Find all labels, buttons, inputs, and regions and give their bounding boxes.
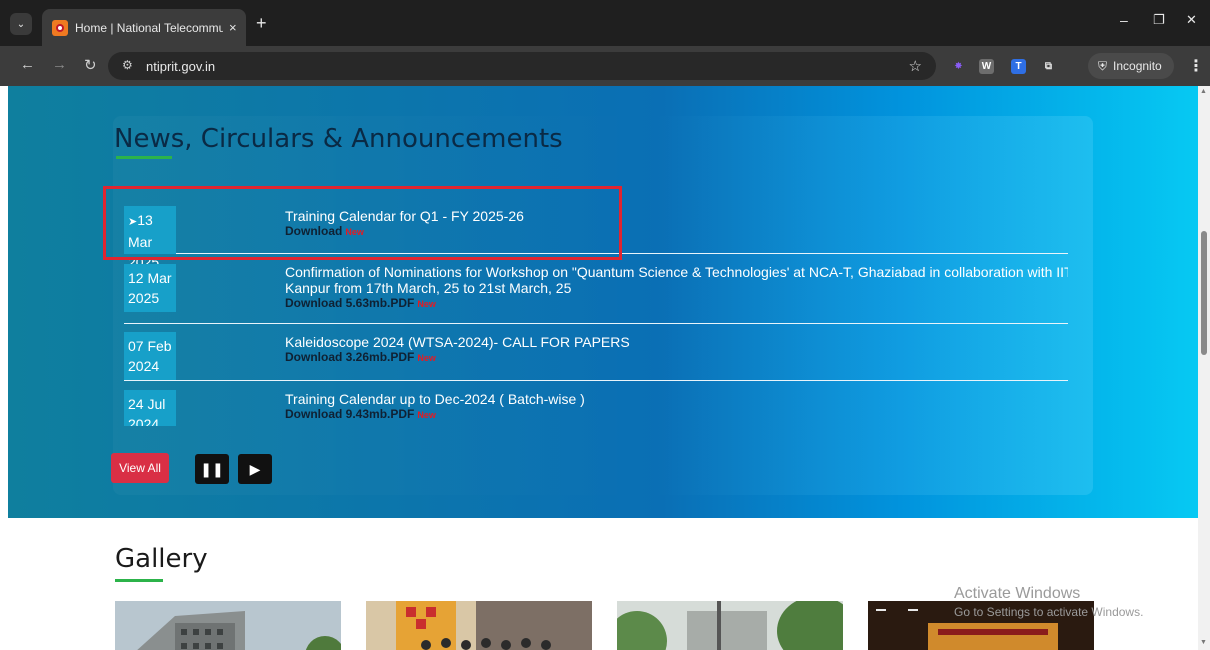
news-content: Confirmation of Nominations for Workshop… <box>285 264 1068 311</box>
news-item: 07 Feb 2024 Kaleidoscope 2024 (WTSA-2024… <box>124 324 1068 381</box>
news-date-day: 07 Feb <box>128 338 172 354</box>
forward-button[interactable]: → <box>52 56 67 73</box>
news-date: 24 Jul 2024 <box>124 390 176 426</box>
page-viewport: News, Circulars & Announcements ➤13 Mar … <box>0 86 1198 650</box>
bookmark-star-icon[interactable]: ☆ <box>909 57 922 75</box>
pause-button[interactable]: ❚❚ <box>195 454 229 484</box>
incognito-icon: ⛨ <box>1098 58 1108 73</box>
news-item: 24 Jul 2024 Training Calendar up to Dec-… <box>124 381 1068 426</box>
play-button[interactable]: ▶ <box>238 454 272 484</box>
reload-icon: ↻ <box>84 57 97 74</box>
extension-icon[interactable]: ⧉ <box>1041 59 1056 74</box>
close-window-button[interactable]: ✕ <box>1186 12 1197 28</box>
scroll-up-icon[interactable]: ▲ <box>1200 88 1207 95</box>
browser-tab-bar: ⌄ Home | National Telecommunic × + – ❐ ✕ <box>0 0 1210 46</box>
reload-button[interactable]: ↻ <box>84 56 97 74</box>
chevron-down-icon: ⌄ <box>16 18 26 30</box>
scroll-down-icon[interactable]: ▼ <box>1200 639 1207 646</box>
new-tab-button[interactable]: + <box>256 14 267 32</box>
new-badge: New <box>417 353 436 363</box>
minimize-button[interactable]: – <box>1120 12 1128 28</box>
news-date-year: 2024 <box>128 358 160 374</box>
browser-tab-active[interactable]: Home | National Telecommunic × <box>42 9 246 46</box>
title-underline <box>116 156 172 159</box>
news-title-link[interactable]: Training Calendar up to Dec-2024 ( Batch… <box>285 391 1068 407</box>
tab-close-icon[interactable]: × <box>229 20 237 35</box>
incognito-label: Incognito <box>1113 59 1162 73</box>
extension-icon[interactable]: W <box>979 59 994 74</box>
news-date-year: 2025 <box>128 290 160 306</box>
url-text[interactable]: ntiprit.gov.in <box>146 59 215 74</box>
back-arrow-icon: ← <box>20 56 35 73</box>
news-content: Kaleidoscope 2024 (WTSA-2024)- CALL FOR … <box>285 334 1068 365</box>
news-item: 12 Mar 2025 Confirmation of Nominations … <box>124 254 1068 324</box>
page-scrollbar[interactable]: ▲ ▼ <box>1198 86 1210 650</box>
gallery-image[interactable] <box>366 601 592 650</box>
restore-button[interactable]: ❐ <box>1153 12 1165 28</box>
play-icon: ▶ <box>249 460 261 477</box>
gallery-image[interactable] <box>617 601 843 650</box>
news-date: 12 Mar 2025 <box>124 264 176 312</box>
gallery-image[interactable] <box>115 601 341 650</box>
browser-menu-icon[interactable]: ⋮ <box>1188 56 1204 76</box>
view-all-button[interactable]: View All <box>111 453 169 483</box>
news-content: Training Calendar up to Dec-2024 ( Batch… <box>285 391 1068 422</box>
new-badge: New <box>417 410 436 420</box>
group-photo <box>366 601 592 650</box>
download-link[interactable]: Download 5.63mb.PDF <box>285 296 414 310</box>
site-favicon-icon <box>52 19 68 36</box>
download-link[interactable]: Download 3.26mb.PDF <box>285 350 414 364</box>
forward-arrow-icon: → <box>52 56 67 73</box>
windows-activation-watermark: Activate Windows Go to Settings to activ… <box>954 584 1143 622</box>
news-title-link[interactable]: Confirmation of Nominations for Workshop… <box>285 264 1068 296</box>
news-date-day: 24 Jul <box>128 396 166 412</box>
news-date-day: 12 Mar <box>128 270 172 286</box>
watermark-title: Activate Windows <box>954 585 1081 602</box>
news-date-year: 2024 <box>128 416 160 426</box>
browser-toolbar: ← → ↻ ⚙ ntiprit.gov.in ☆ ✸ W T ⧉ ⛨ Incognit… <box>0 46 1210 86</box>
extension-icon[interactable]: T <box>1011 59 1026 74</box>
site-info-icon[interactable]: ⚙ <box>122 58 133 72</box>
gallery-title: Gallery <box>115 544 208 574</box>
pause-icon: ❚❚ <box>200 460 224 477</box>
highlight-annotation-box <box>103 186 622 260</box>
watermark-subtitle: Go to Settings to activate Windows. <box>954 605 1144 619</box>
tab-title: Home | National Telecommunic <box>75 20 223 35</box>
news-date: 07 Feb 2024 <box>124 332 176 380</box>
building-photo <box>115 601 341 650</box>
download-link[interactable]: Download 9.43mb.PDF <box>285 407 414 421</box>
news-section-title: News, Circulars & Announcements <box>114 124 563 154</box>
news-title-link[interactable]: Kaleidoscope 2024 (WTSA-2024)- CALL FOR … <box>285 334 1068 350</box>
scroll-thumb[interactable] <box>1201 231 1207 355</box>
back-button[interactable]: ← <box>20 56 35 73</box>
tab-search-button[interactable]: ⌄ <box>10 13 32 35</box>
extension-icon[interactable]: ✸ <box>951 59 966 74</box>
trees-photo <box>617 601 843 650</box>
gallery-underline <box>115 579 163 582</box>
incognito-indicator[interactable]: ⛨ Incognito <box>1088 53 1174 79</box>
new-badge: New <box>417 299 436 309</box>
address-bar[interactable]: ⚙ ntiprit.gov.in ☆ <box>108 52 936 80</box>
